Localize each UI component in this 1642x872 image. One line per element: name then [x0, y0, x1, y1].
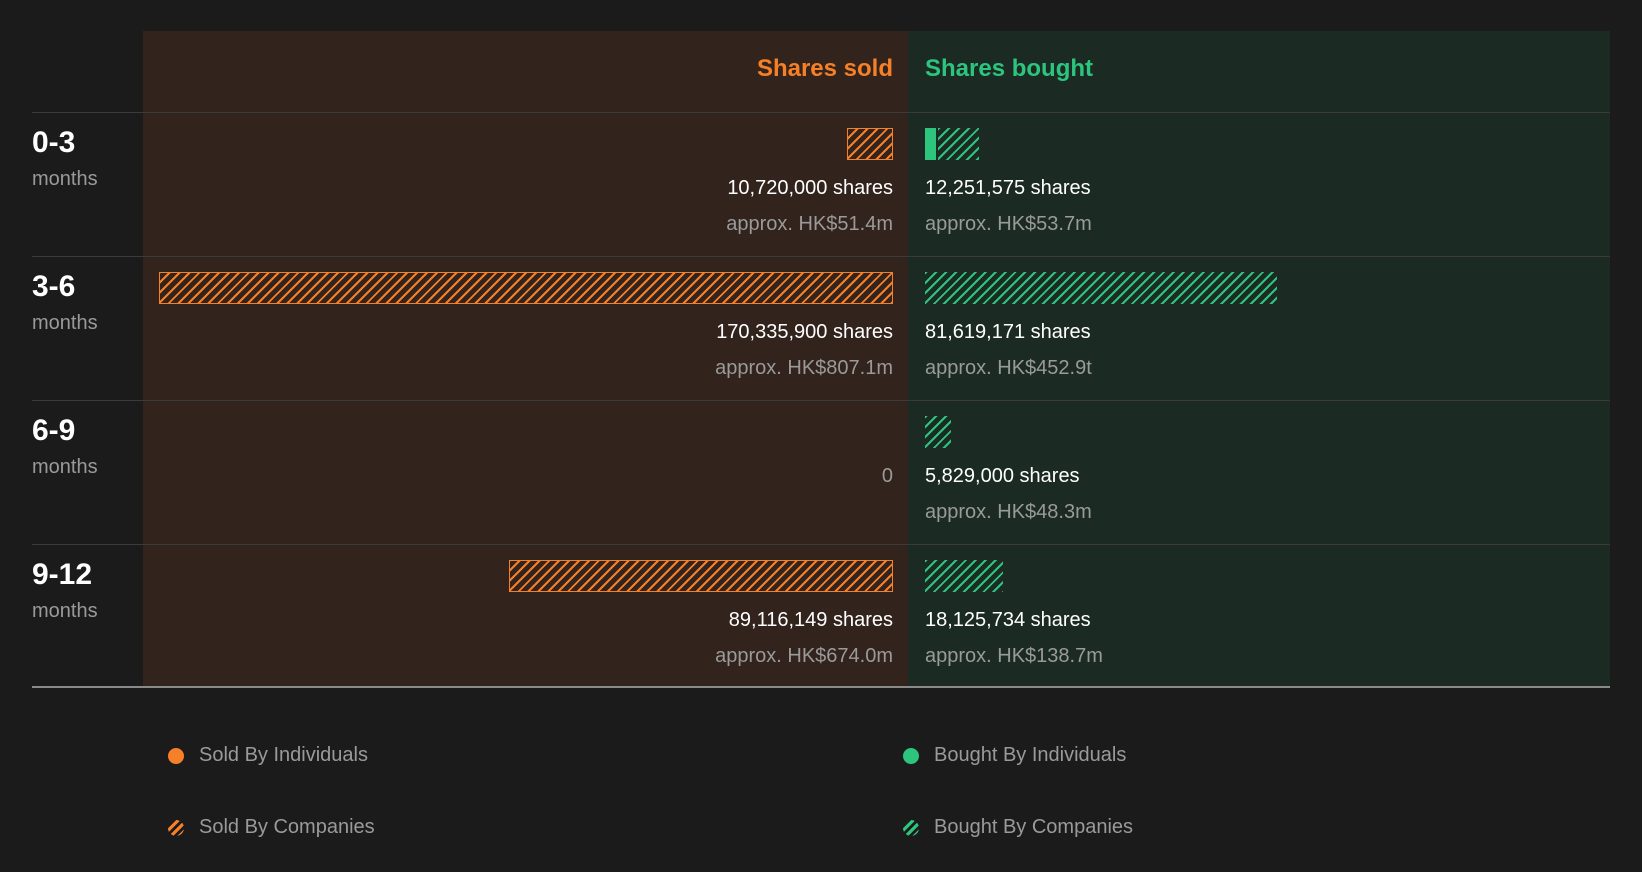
- period-range: 9-12: [32, 558, 93, 591]
- period-range: 0-3: [32, 126, 76, 159]
- period-unit: months: [32, 312, 98, 334]
- period-label: 9-12 months: [32, 557, 98, 623]
- legend-sold-individuals-label: Sold By Individuals: [199, 744, 368, 766]
- bought-bar: [925, 272, 1277, 304]
- sold-companies-swatch-icon: [168, 819, 184, 836]
- period-label: 0-3 months: [32, 125, 98, 191]
- legend-sold-companies: Sold By Companies: [168, 816, 375, 839]
- sold-individuals-swatch-icon: [168, 747, 184, 764]
- sold-shares-label: 170,335,900 shares: [716, 321, 893, 343]
- legend-bought-companies-label: Bought By Companies: [934, 816, 1134, 838]
- bought-shares-label: 12,251,575 shares: [925, 177, 1091, 199]
- row-separator: [32, 112, 1610, 113]
- shares-bought-header: Shares bought: [925, 55, 1094, 82]
- bought-bar: [925, 560, 1003, 592]
- sold-companies-segment: [847, 128, 893, 160]
- sold-value-label: approx. HK$807.1m: [715, 357, 893, 379]
- sold-companies-segment: [509, 560, 893, 592]
- sold-shares-label: 89,116,149 shares: [728, 609, 893, 631]
- period-unit: months: [32, 168, 98, 190]
- period-label: 3-6 months: [32, 269, 98, 335]
- bought-value-label: approx. HK$53.7m: [925, 213, 1092, 235]
- sold-bar: [847, 128, 893, 160]
- chart-baseline: [32, 686, 1610, 688]
- legend-sold-individuals: Sold By Individuals: [168, 744, 368, 767]
- bought-individuals-segment: [925, 128, 936, 160]
- legend-sold-companies-label: Sold By Companies: [199, 816, 375, 838]
- row-separator: [32, 544, 1610, 545]
- legend-bought-individuals: Bought By Individuals: [903, 744, 1126, 767]
- sold-value-label: approx. HK$674.0m: [715, 645, 893, 667]
- bought-value-label: approx. HK$138.7m: [925, 645, 1103, 667]
- bought-shares-label: 18,125,734 shares: [925, 609, 1091, 631]
- sold-bar: [509, 560, 893, 592]
- bought-shares-label: 5,829,000 shares: [925, 465, 1080, 487]
- bought-value-label: approx. HK$48.3m: [925, 501, 1092, 523]
- shares-sold-header: Shares sold: [756, 55, 893, 82]
- bought-bar: [925, 128, 979, 160]
- sold-value-label: approx. HK$51.4m: [726, 213, 893, 235]
- sold-bar: [159, 272, 893, 304]
- row-separator: [32, 256, 1610, 257]
- bought-companies-segment: [925, 560, 1003, 592]
- period-range: 6-9: [32, 414, 76, 447]
- period-unit: months: [32, 600, 98, 622]
- bought-companies-swatch-icon: [903, 819, 919, 836]
- legend-bought-individuals-label: Bought By Individuals: [934, 744, 1127, 766]
- bought-companies-segment: [925, 272, 1277, 304]
- bought-individuals-swatch-icon: [903, 747, 919, 764]
- sold-companies-segment: [159, 272, 893, 304]
- period-label: 6-9 months: [32, 413, 98, 479]
- legend-bought-companies: Bought By Companies: [903, 816, 1133, 839]
- sold-shares-label: 10,720,000 shares: [727, 177, 893, 199]
- sold-zero-label: 0: [881, 465, 893, 487]
- bought-companies-segment: [925, 416, 951, 448]
- bought-companies-segment: [938, 128, 979, 160]
- row-separator: [32, 400, 1610, 401]
- period-range: 3-6: [32, 270, 76, 303]
- bought-bar: [925, 416, 951, 448]
- period-unit: months: [32, 456, 98, 478]
- bought-shares-label: 81,619,171 shares: [925, 321, 1091, 343]
- bought-value-label: approx. HK$452.9t: [925, 357, 1092, 379]
